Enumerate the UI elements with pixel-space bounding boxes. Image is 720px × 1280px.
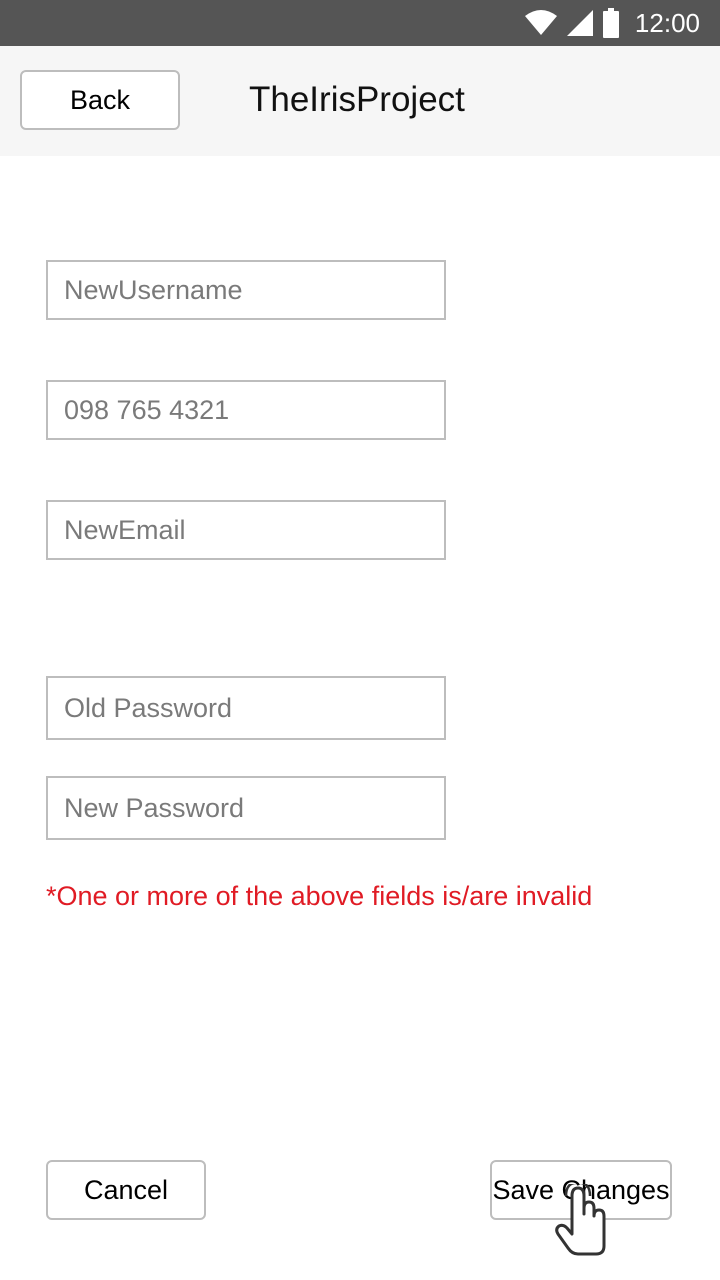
new-password-input[interactable] (46, 776, 446, 840)
save-changes-button[interactable]: Save Changes (490, 1160, 672, 1220)
email-input[interactable] (46, 500, 446, 560)
cancel-button[interactable]: Cancel (46, 1160, 206, 1220)
app-title: TheIrisProject (249, 80, 465, 119)
cell-signal-icon (566, 10, 593, 36)
back-button[interactable]: Back (20, 70, 180, 130)
old-password-input[interactable] (46, 676, 446, 740)
status-bar: 12:00 (0, 0, 720, 46)
phone-input[interactable] (46, 380, 446, 440)
status-time: 12:00 (634, 7, 700, 38)
username-input[interactable] (46, 260, 446, 320)
battery-icon (602, 8, 619, 38)
wifi-icon (524, 10, 557, 35)
error-message: *One or more of the above fields is/are … (46, 881, 593, 911)
app-bar: Back TheIrisProject (0, 46, 720, 156)
status-icons: 12:00 (524, 0, 700, 46)
